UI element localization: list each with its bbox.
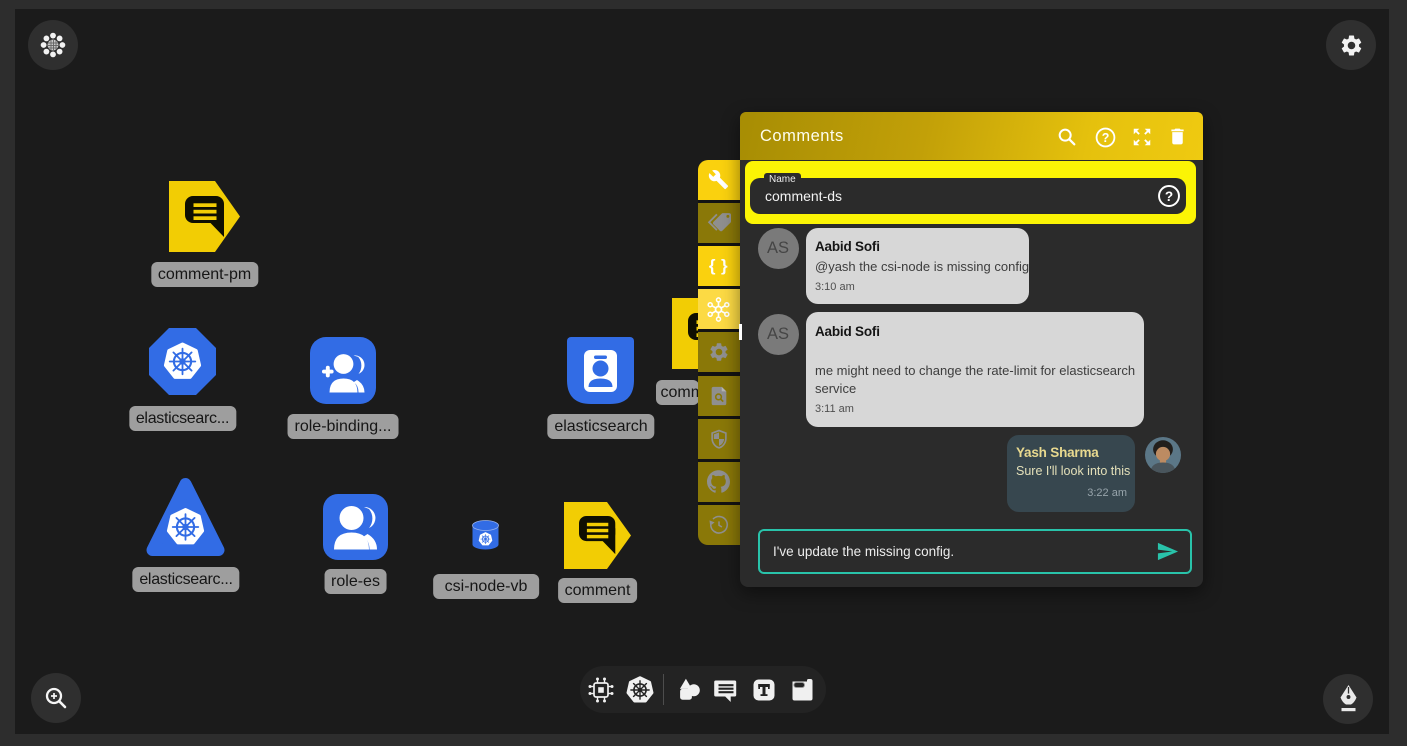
- svg-text:?: ?: [1164, 188, 1172, 203]
- svg-text:?: ?: [1102, 131, 1110, 145]
